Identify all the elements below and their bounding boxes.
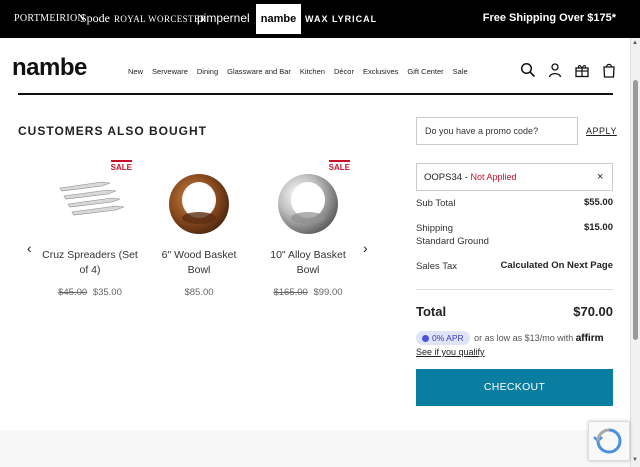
total-label: Total (416, 304, 447, 319)
subtotal-value: $55.00 (583, 197, 613, 208)
scrollbar-thumb[interactable] (633, 80, 638, 340)
product-name[interactable]: Cruz Spreaders (Set of 4) (40, 248, 140, 278)
checkout-button[interactable]: CHECKOUT (416, 369, 613, 406)
scroll-down-arrow-icon[interactable]: ▼ (632, 457, 638, 463)
total-value: $70.00 (573, 304, 613, 319)
apr-text: 0% APR (432, 333, 464, 343)
brand-royal-worcester-link[interactable]: ROYAL WORCESTER (114, 14, 206, 24)
subtotal-label: Sub Total (416, 198, 456, 209)
account-icon[interactable] (547, 62, 563, 78)
nav-item-kitchen[interactable]: Kitchen (300, 67, 325, 76)
product-price: $45.00 $35.00 (40, 287, 140, 298)
site-logo[interactable]: nambe (12, 54, 87, 82)
nav-item-new[interactable]: New (128, 67, 143, 76)
cart-icon[interactable] (601, 62, 617, 78)
footer-band (0, 430, 630, 467)
promo-code-value: OOPS34 - (424, 172, 471, 183)
affirm-dot-icon (422, 335, 429, 342)
scroll-up-arrow-icon[interactable]: ▲ (632, 40, 638, 46)
site-header: nambe New Serveware Dining Glassware and… (0, 38, 630, 94)
brand-bar: PORTMEIRION Spode ROYAL WORCESTER pimper… (0, 0, 640, 38)
carousel-prev-icon[interactable]: ‹ (27, 240, 32, 256)
nav-item-gift-center[interactable]: Gift Center (407, 67, 443, 76)
sale-price: $35.00 (92, 287, 122, 298)
brand-wax-lyrical-link[interactable]: WAX LYRICAL (305, 14, 377, 24)
brand-portmeirion-link[interactable]: PORTMEIRION (14, 13, 85, 24)
product-image-alloy-basket[interactable]: SALE (268, 160, 350, 240)
original-price: $165.00 (273, 287, 308, 298)
remove-code-close-icon[interactable]: × (597, 171, 603, 183)
product-image-wood-basket[interactable] (159, 160, 239, 240)
apr-badge: 0% APR (416, 331, 470, 345)
product-card[interactable]: SALE 10" Alloy Basket Bowl $165.00 $99.0… (258, 160, 358, 298)
sale-badge: SALE (110, 160, 132, 172)
applied-code-box: OOPS34 - Not Applied (416, 163, 613, 191)
recommendations-title: CUSTOMERS ALSO BOUGHT (18, 124, 208, 138)
shipping-method: Standard Ground (416, 236, 489, 247)
nav-item-glassware-and-bar[interactable]: Glassware and Bar (227, 67, 291, 76)
nav-item-exclusives[interactable]: Exclusives (363, 67, 398, 76)
brand-pimpernel-link[interactable]: pimpernel (197, 11, 250, 25)
header-icons (520, 62, 617, 78)
product-name[interactable]: 6" Wood Basket Bowl (149, 248, 249, 278)
total-row: Total $70.00 (416, 304, 613, 319)
shipping-label: Shipping Standard Ground (416, 222, 489, 248)
product-price: $85.00 (149, 287, 249, 298)
affirm-logo: affirm (575, 333, 604, 344)
sale-price: $99.00 (313, 287, 343, 298)
apply-promo-button[interactable]: APPLY (586, 126, 617, 136)
product-image-spreaders[interactable]: SALE (50, 160, 132, 240)
nav-item-serveware[interactable]: Serveware (152, 67, 188, 76)
shipping-value: $15.00 (583, 222, 613, 233)
gift-icon[interactable] (574, 62, 590, 78)
affirm-text: or as low as $13/mo with (471, 333, 576, 343)
promo-status: Not Applied (470, 172, 517, 182)
header-divider (18, 93, 613, 95)
brand-spode-link[interactable]: Spode (80, 11, 110, 26)
original-price: $45.00 (58, 287, 88, 298)
tax-label: Sales Tax (416, 261, 458, 272)
free-shipping-banner: Free Shipping Over $175* (482, 12, 616, 24)
main-nav: New Serveware Dining Glassware and Bar K… (128, 67, 477, 76)
carousel-next-icon[interactable]: › (363, 240, 368, 256)
nav-item-dining[interactable]: Dining (197, 67, 218, 76)
shipping-label-text: Shipping (416, 223, 453, 234)
nav-item-decor[interactable]: Décor (334, 67, 354, 76)
regular-price: $85.00 (184, 287, 214, 298)
nav-item-sale[interactable]: Sale (453, 67, 468, 76)
product-name[interactable]: 10" Alloy Basket Bowl (258, 248, 358, 278)
recaptcha-badge-icon[interactable] (588, 421, 630, 461)
affirm-financing: 0% APR or as low as $13/mo with affirm (416, 331, 613, 345)
product-card[interactable]: 6" Wood Basket Bowl $85.00 (149, 160, 249, 298)
search-icon[interactable] (520, 62, 536, 78)
see-if-you-qualify-link[interactable]: See if you qualify (416, 347, 485, 357)
product-card[interactable]: SALE Cruz Spreaders (Set of 4) $45.00 $3… (40, 160, 140, 298)
promo-code-input[interactable]: Do you have a promo code? (416, 117, 578, 145)
sale-badge: SALE (328, 160, 350, 172)
summary-divider (416, 289, 613, 290)
brand-nambe-link[interactable]: nambe (256, 4, 301, 34)
product-price: $165.00 $99.00 (258, 287, 358, 298)
tax-value: Calculated On Next Page (500, 260, 613, 271)
